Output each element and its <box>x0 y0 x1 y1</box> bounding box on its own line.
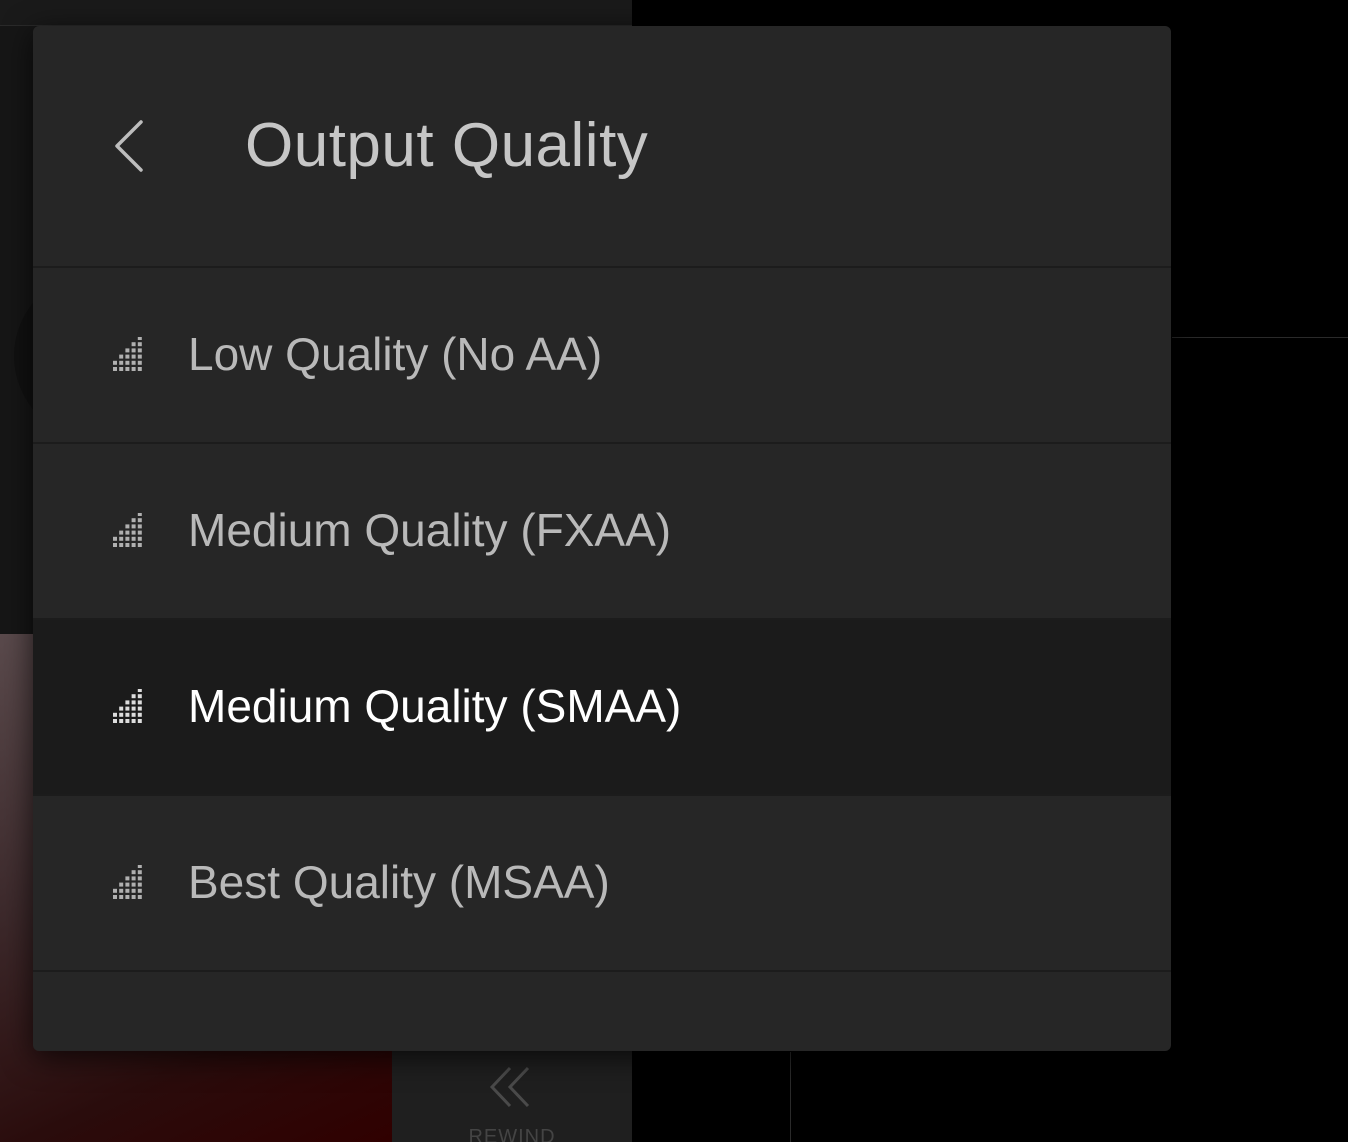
rewind-button[interactable]: REWIND <box>392 1050 632 1142</box>
quality-option-medium-quality-fxaa[interactable]: Medium Quality (FXAA) <box>33 444 1171 620</box>
signal-bars-icon <box>111 865 147 899</box>
output-quality-panel: Output Quality Low Quality (No AA) Medium… <box>33 26 1171 1051</box>
signal-bars-icon <box>111 337 147 371</box>
quality-options-list: Low Quality (No AA) Medium Quality (FXAA)… <box>33 268 1171 972</box>
rewind-icon <box>474 1064 544 1110</box>
quality-option-medium-quality-smaa[interactable]: Medium Quality (SMAA) <box>33 620 1171 796</box>
background-divider <box>1172 337 1348 338</box>
signal-bars-icon <box>111 689 147 723</box>
quality-option-label: Medium Quality (SMAA) <box>188 680 682 732</box>
quality-option-low-quality[interactable]: Low Quality (No AA) <box>33 268 1171 444</box>
back-button[interactable] <box>103 108 163 184</box>
background-divider-vertical <box>790 1052 791 1142</box>
quality-option-label: Medium Quality (FXAA) <box>188 504 672 556</box>
quality-option-label: Best Quality (MSAA) <box>188 856 610 908</box>
chevron-left-icon <box>103 108 163 184</box>
quality-option-label: Low Quality (No AA) <box>188 328 603 380</box>
panel-header: Output Quality <box>33 26 1171 268</box>
rewind-label: REWIND <box>468 1126 556 1142</box>
background-top-bar <box>0 0 632 26</box>
signal-bars-icon <box>111 513 147 547</box>
app-stage: REWIND Output Quality Low Quality (No AA… <box>0 0 1348 1142</box>
panel-footer <box>33 972 1171 1051</box>
page-title: Output Quality <box>245 111 649 180</box>
quality-option-best-quality[interactable]: Best Quality (MSAA) <box>33 796 1171 972</box>
